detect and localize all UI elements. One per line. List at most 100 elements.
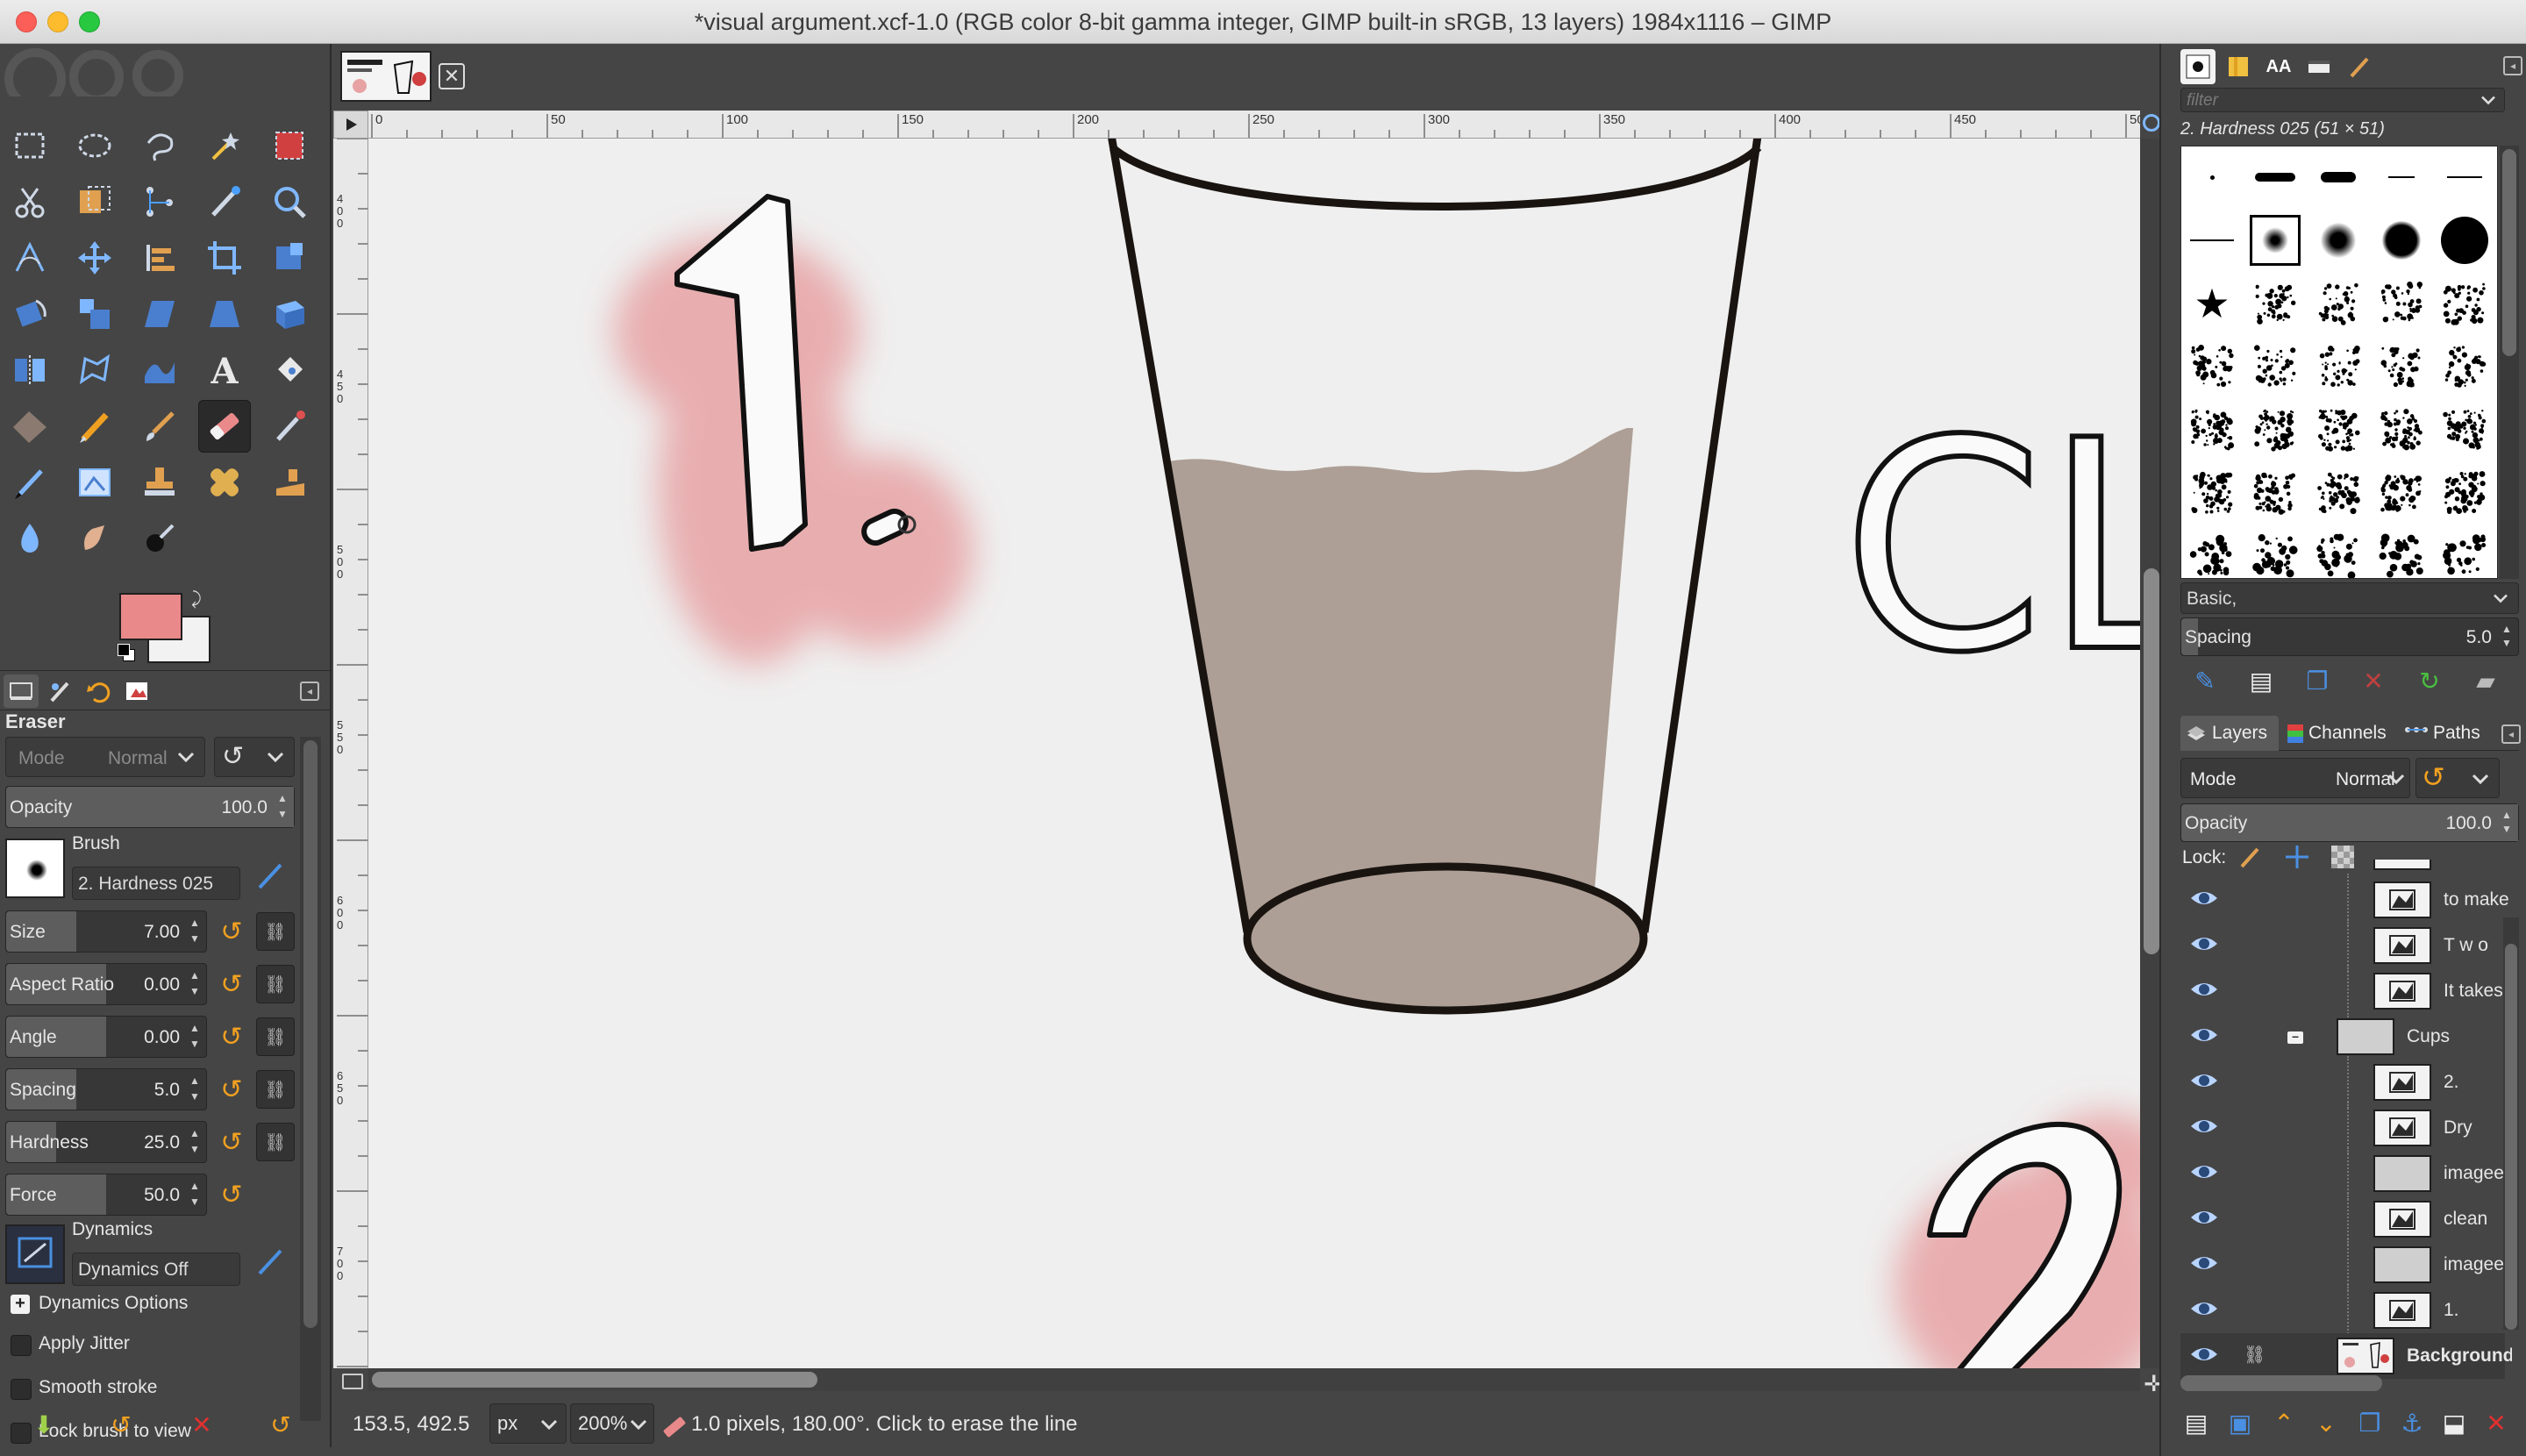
brush-swatch[interactable] [2248,276,2302,331]
reset-aspect-ratio-icon[interactable]: ↺ [214,967,249,1002]
brush-swatch[interactable] [2437,276,2492,331]
eye-visibility-icon[interactable] [2189,1298,2219,1319]
foreground-color-swatch[interactable] [119,593,182,640]
opacity-spin-icon[interactable]: ▲ ▼ [275,790,290,824]
channels-tab[interactable]: Channels [2282,716,2396,751]
eye-visibility-icon[interactable] [2189,1344,2219,1365]
brush-swatch[interactable] [2374,466,2429,520]
vertical-ruler[interactable]: 400 450 500 550 600 650 700 [333,139,368,1368]
eye-visibility-icon[interactable] [2189,1024,2219,1046]
shear-tool-icon[interactable] [133,288,186,340]
eye-visibility-icon[interactable] [2189,979,2219,1000]
close-window-button[interactable] [16,11,37,32]
layer-row[interactable]: It takes [2180,965,2505,1017]
brushes-tab-icon[interactable] [2180,49,2216,84]
brush-swatch[interactable]: ★ [2185,276,2239,331]
expand-dynamics-options-icon[interactable]: + [11,1295,30,1314]
move-tool-icon[interactable] [68,232,121,284]
slider-hardness[interactable]: Hardness 25.0 ▲ ▼ [5,1121,207,1163]
pencil-tool-icon[interactable] [68,400,121,453]
eye-visibility-icon[interactable] [2189,1116,2219,1137]
brush-swatch[interactable] [2185,339,2239,394]
fonts-tab-icon[interactable]: AA [2261,49,2296,84]
configure-tab-icon[interactable]: ◂ [300,682,319,701]
airbrush-tool-icon[interactable] [263,400,316,453]
scale-tool-icon[interactable] [68,288,121,340]
smooth-stroke-checkbox[interactable] [11,1379,32,1400]
link-angle-icon[interactable]: ⛓ [256,1017,295,1056]
new-layer-group-icon[interactable]: ▣ [2223,1405,2258,1440]
unit-select[interactable]: px [489,1403,567,1444]
zoom-select[interactable]: 200% [570,1403,654,1444]
paths-tool-icon[interactable] [133,175,186,228]
image-tab-thumbnail[interactable] [340,51,432,102]
rotate-tool-icon[interactable] [4,288,56,340]
brush-swatch[interactable] [2311,213,2365,268]
layer-row[interactable]: ⛓ Background [2180,1333,2512,1379]
brush-swatch[interactable] [2248,339,2302,394]
opacity-slider[interactable]: Opacity 100.0 ▲ ▼ [5,786,295,828]
patterns-tab-icon[interactable] [2221,49,2256,84]
ink-tool-icon[interactable] [4,456,56,509]
perspective-tool-icon[interactable] [198,288,251,340]
3d-transform-tool-icon[interactable] [263,288,316,340]
vertical-scroll-thumb[interactable] [2144,568,2159,954]
eye-visibility-icon[interactable] [2189,888,2219,909]
delete-layer-icon[interactable]: ✕ [2479,1405,2514,1440]
paths-tab[interactable]: Paths [2400,716,2496,751]
layer-composite-select[interactable]: ↺ [2415,758,2500,798]
link-hardness-icon[interactable]: ⛓ [256,1123,295,1161]
dynamics-name-field[interactable]: Dynamics Off [72,1253,240,1286]
slider-spin-icon[interactable]: ▲ ▼ [187,915,203,948]
slider-size[interactable]: Size 7.00 ▲ ▼ [5,910,207,953]
scissors-tool-icon[interactable] [4,175,56,228]
bucket-fill-tool-icon[interactable] [263,344,316,396]
slider-spin-icon[interactable]: ▲ ▼ [187,967,203,1001]
slider-spin-icon[interactable]: ▲ ▼ [187,1020,203,1053]
edit-brush-icon[interactable] [253,858,288,893]
canvas-horizontal-scrollbar[interactable] [368,1368,2140,1391]
measure-tool-icon[interactable] [4,232,56,284]
eye-visibility-icon[interactable] [2189,1070,2219,1091]
device-status-tab-icon[interactable] [42,674,77,708]
brush-swatch[interactable] [2248,529,2302,578]
swap-colors-icon[interactable]: ⤸ [191,589,202,610]
images-tab-icon[interactable] [119,674,154,708]
default-colors-icon[interactable] [118,644,137,663]
link-spacing-icon[interactable]: ⛓ [256,1070,295,1109]
smudge-tool-icon[interactable] [68,512,121,565]
layer-opacity-spin-icon[interactable]: ▲ ▼ [2499,808,2515,838]
brush-swatch[interactable] [2437,213,2492,268]
eye-visibility-icon[interactable] [2189,1253,2219,1274]
brush-spacing-slider[interactable]: Spacing 5.0 ▲ ▼ [2180,617,2519,656]
brush-swatch[interactable] [2311,339,2365,394]
slider-spacing[interactable]: Spacing 5.0 ▲ ▼ [5,1068,207,1110]
brush-tag-combo[interactable]: Basic, [2180,582,2519,614]
heal-tool-icon[interactable] [198,456,251,509]
link-size-icon[interactable]: ⛓ [256,912,295,951]
brush-swatch[interactable] [2374,150,2429,204]
configure-brushes-tab-icon[interactable]: ◂ [2503,56,2522,75]
layer-row[interactable]: T w o [2180,919,2505,972]
foreground-select-tool-icon[interactable] [68,175,121,228]
brush-swatch[interactable] [2185,403,2239,457]
perspective-clone-tool-icon[interactable] [263,456,316,509]
align-tool-icon[interactable] [133,232,186,284]
eraser-tool-icon[interactable] [198,400,251,453]
brush-filter-input[interactable]: filter [2180,88,2505,112]
paint-dynamics-tab-icon[interactable] [2342,49,2377,84]
new-brush-icon[interactable]: ▤ [2244,663,2279,698]
reset-spacing-icon[interactable]: ↺ [214,1072,249,1107]
layer-row[interactable]: Dry [2180,1102,2505,1154]
layer-row[interactable]: imageedit [2180,1147,2512,1200]
merge-layer-icon[interactable]: ⬓ [2437,1405,2472,1440]
slider-spin-icon[interactable]: ▲ ▼ [187,1125,203,1159]
link-aspect-ratio-icon[interactable]: ⛓ [256,965,295,1003]
brush-swatch[interactable] [2311,529,2365,578]
ruler-corner[interactable] [333,111,368,139]
tool-options-scrollbar[interactable] [300,737,321,1421]
undo-history-tab-icon[interactable] [81,674,116,708]
brush-swatch[interactable] [2185,150,2239,204]
layer-row[interactable]: 1. [2180,1284,2505,1337]
slider-force[interactable]: Force 50.0 ▲ ▼ [5,1174,207,1216]
